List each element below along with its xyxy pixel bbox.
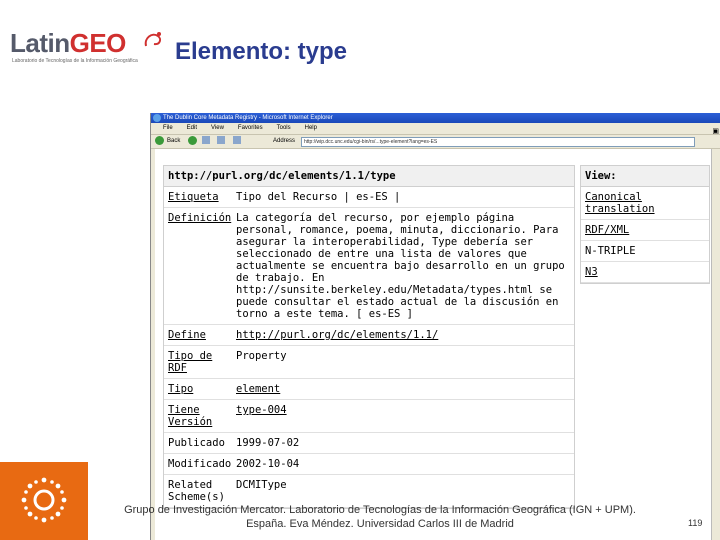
view-link-rdf-xml[interactable]: RDF/XML — [581, 220, 709, 241]
row-key[interactable]: Tipo de RDF — [168, 350, 236, 374]
view-header: View: — [581, 166, 709, 187]
internet-explorer-icon — [153, 114, 161, 122]
home-icon[interactable] — [233, 136, 242, 145]
orange-corner-block — [0, 462, 88, 540]
browser-window-title: The Dublin Core Metadata Registry - Micr… — [163, 115, 333, 121]
logo-brand-a: Latin — [10, 28, 70, 58]
table-row: Definición La categoría del recurso, por … — [164, 208, 574, 325]
row-key[interactable]: Definición — [168, 212, 236, 320]
menu-item-favorites[interactable]: Favorites — [238, 125, 263, 131]
address-value: http://wip.dcc.unc.edu/cgi-bin/rs/...typ… — [304, 139, 438, 145]
footer-line-1: Grupo de Investigación Mercator. Laborat… — [124, 504, 636, 516]
menu-item-tools[interactable]: Tools — [277, 125, 291, 131]
row-key[interactable]: Define — [168, 329, 236, 341]
sun-icon — [21, 477, 67, 523]
row-value: Property — [236, 350, 287, 362]
browser-menubar: File Edit View Favorites Tools Help — [151, 123, 720, 135]
menu-item-edit[interactable]: Edit — [187, 125, 197, 131]
browser-toolbar: Back Address http://wip.dcc.unc.edu/cgi-… — [151, 135, 720, 149]
row-value: DCMIType — [236, 479, 287, 491]
vertical-scrollbar[interactable] — [711, 149, 720, 540]
slide-footer: Grupo de Investigación Mercator. Laborat… — [95, 503, 665, 531]
view-link-canonical[interactable]: Canonical translation — [581, 187, 709, 220]
footer-line-2: España. Eva Méndez. Universidad Carlos I… — [246, 518, 514, 530]
forward-arrow-icon[interactable] — [188, 135, 198, 145]
row-value: Tipo del Recurso | es-ES | — [236, 191, 401, 203]
table-row: Tipo element — [164, 379, 574, 400]
table-row: Tiene Versión type-004 — [164, 400, 574, 433]
browser-titlebar: The Dublin Core Metadata Registry - Micr… — [151, 113, 720, 123]
menu-item-help[interactable]: Help — [305, 125, 317, 131]
row-key[interactable]: Etiqueta — [168, 191, 236, 203]
menu-item-file[interactable]: File — [163, 125, 173, 131]
logo-subtitle: Laboratorio de Tecnologías de la Informa… — [12, 58, 138, 64]
browser-window: The Dublin Core Metadata Registry - Micr… — [150, 113, 720, 540]
element-table: http://purl.org/dc/elements/1.1/type Eti… — [163, 165, 575, 509]
row-value[interactable]: http://purl.org/dc/elements/1.1/ — [236, 329, 570, 341]
row-key: Modificado — [168, 458, 232, 470]
row-key: Publicado — [168, 437, 225, 449]
menu-item-view[interactable]: View — [211, 125, 224, 131]
row-value[interactable]: element — [236, 383, 570, 395]
page-number: 119 — [688, 518, 703, 528]
address-bar[interactable]: http://wip.dcc.unc.edu/cgi-bin/rs/...typ… — [301, 137, 695, 147]
row-value: La categoría del recurso, por ejemplo pá… — [236, 212, 565, 320]
row-key: Related Scheme(s) — [168, 479, 225, 503]
view-panel: View: Canonical translation RDF/XML N-TR… — [580, 165, 710, 284]
stop-icon[interactable] — [201, 136, 210, 145]
table-row: Tipo de RDF Property — [164, 346, 574, 379]
window-controls[interactable]: ▣ — [712, 127, 719, 135]
table-row: Etiqueta Tipo del Recurso | es-ES | — [164, 187, 574, 208]
row-key[interactable]: Tiene Versión — [168, 404, 236, 428]
refresh-icon[interactable] — [217, 136, 226, 145]
page-viewport: http://purl.org/dc/elements/1.1/type Eti… — [155, 149, 711, 540]
table-row: Modificado 2002-10-04 — [164, 454, 574, 475]
row-value[interactable]: type-004 — [236, 404, 570, 428]
address-label: Address — [273, 138, 296, 144]
logo-brand-b: GEO — [69, 28, 127, 58]
logo-wordmark: LatinGEO — [10, 28, 126, 59]
view-item-n-triple: N-TRIPLE — [581, 241, 709, 262]
logo-swirl-icon — [144, 32, 162, 47]
back-button-label[interactable]: Back — [167, 138, 180, 144]
element-uri-header: http://purl.org/dc/elements/1.1/type — [164, 166, 574, 187]
view-link-n3[interactable]: N3 — [581, 262, 709, 283]
slide-title: Elemento: type — [175, 38, 348, 65]
table-row: Publicado 1999-07-02 — [164, 433, 574, 454]
table-row: Define http://purl.org/dc/elements/1.1/ — [164, 325, 574, 346]
latingeo-logo: LatinGEO Laboratorio de Tecnologías de l… — [10, 28, 162, 68]
menu-items: File Edit View Favorites Tools Help — [163, 125, 331, 131]
row-key[interactable]: Tipo — [168, 383, 236, 395]
back-arrow-icon[interactable] — [155, 135, 164, 145]
row-value: 2002-10-04 — [236, 458, 300, 470]
row-value: 1999-07-02 — [236, 437, 300, 449]
